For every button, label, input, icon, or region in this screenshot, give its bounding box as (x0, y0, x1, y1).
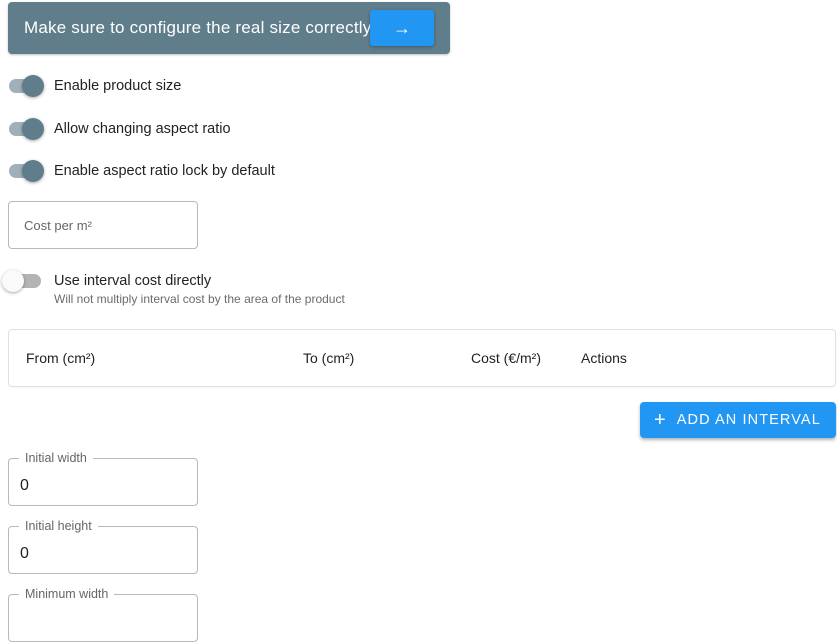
initial-height-value: 0 (20, 545, 29, 562)
toggle-label: Allow changing aspect ratio (54, 121, 231, 137)
banner-arrow-button[interactable]: → (370, 10, 434, 46)
initial-width-label: Initial width (19, 451, 93, 465)
toggle-enable-product-size[interactable]: Enable product size (8, 75, 181, 97)
switch-control[interactable] (2, 270, 44, 292)
column-header-to: To (cm²) (303, 350, 355, 366)
column-header-actions: Actions (581, 350, 627, 366)
cost-per-m2-field[interactable]: Cost per m² (8, 201, 198, 249)
initial-height-field[interactable]: Initial height 0 (8, 519, 198, 574)
banner-text: Make sure to configure the real size cor… (24, 18, 372, 37)
switch-control[interactable] (8, 75, 44, 97)
toggle-use-interval-cost[interactable]: Use interval cost directly (2, 270, 212, 292)
toggle-aspect-ratio-lock[interactable]: Enable aspect ratio lock by default (8, 160, 275, 182)
initial-height-label: Initial height (19, 519, 98, 533)
column-header-cost: Cost (€/m²) (471, 350, 541, 366)
interval-helper-text: Will not multiply interval cost by the a… (54, 292, 345, 306)
plus-icon: + (654, 409, 667, 431)
column-header-from: From (cm²) (26, 350, 96, 366)
add-interval-label: ADD AN INTERVAL (676, 412, 821, 428)
interval-table: From (cm²) To (cm²) Cost (€/m²) Actions (8, 329, 836, 387)
minimum-width-field[interactable]: Minimum width (8, 587, 198, 642)
toggle-label: Use interval cost directly (54, 273, 212, 289)
size-warning-banner: Make sure to configure the real size cor… (8, 2, 450, 54)
toggle-allow-aspect-ratio[interactable]: Allow changing aspect ratio (8, 118, 231, 140)
initial-width-value: 0 (20, 477, 29, 494)
switch-control[interactable] (8, 118, 44, 140)
switch-control[interactable] (8, 160, 44, 182)
toggle-label: Enable product size (54, 78, 182, 94)
initial-width-field[interactable]: Initial width 0 (8, 451, 198, 506)
minimum-width-label: Minimum width (19, 587, 115, 601)
cost-per-m2-placeholder: Cost per m² (24, 218, 92, 233)
add-interval-button[interactable]: + ADD AN INTERVAL (640, 402, 836, 438)
toggle-label: Enable aspect ratio lock by default (54, 163, 275, 179)
